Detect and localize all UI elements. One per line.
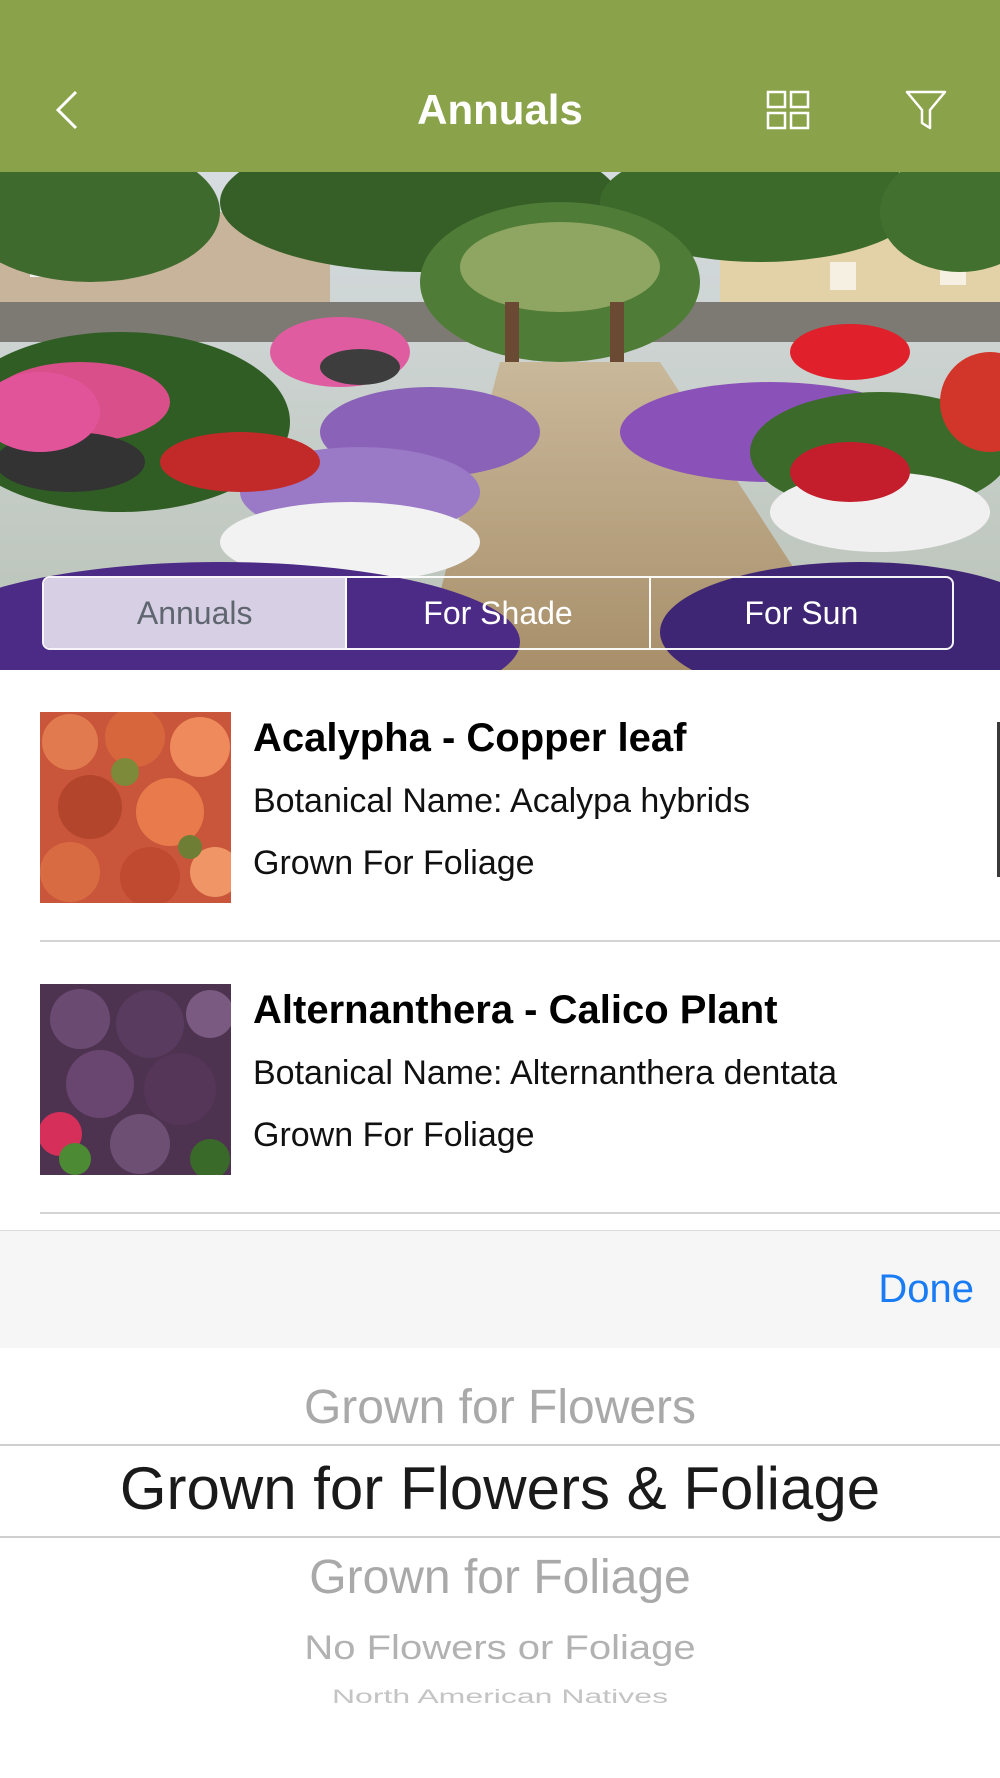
grid-view-button[interactable] — [766, 90, 810, 130]
picker-toolbar: Done — [0, 1230, 1000, 1349]
divider — [40, 1212, 1000, 1214]
grown-for: Grown For Foliage — [253, 1116, 535, 1154]
list-item[interactable]: Alternanthera - Calico Plant Botanical N… — [0, 942, 1000, 1214]
segment-annuals[interactable]: Annuals — [44, 578, 348, 648]
plant-name: Alternanthera - Calico Plant — [253, 988, 778, 1032]
filter-button[interactable] — [904, 88, 948, 132]
botanical-name: Botanical Name: Acalypa hybrids — [253, 782, 751, 820]
grid-view-icon — [766, 90, 810, 130]
segment-for-shade[interactable]: For Shade — [347, 578, 651, 648]
picker-option[interactable]: No Flowers or Foliage — [0, 1629, 1000, 1667]
botanical-name: Botanical Name: Alternanthera dentata — [253, 1054, 838, 1092]
category-segmented-control: Annuals For Shade For Sun — [42, 576, 954, 650]
plant-name: Acalypha - Copper leaf — [253, 716, 687, 760]
nav-bar: Annuals — [0, 0, 1000, 172]
plant-list: Acalypha - Copper leaf Botanical Name: A… — [0, 670, 1000, 1214]
segment-for-sun[interactable]: For Sun — [651, 578, 952, 648]
picker-option[interactable]: North American Natives — [0, 1685, 1000, 1707]
plant-thumbnail — [40, 712, 231, 903]
list-item[interactable]: Acalypha - Copper leaf Botanical Name: A… — [0, 670, 1000, 942]
picker-selection-top-line — [0, 1444, 1000, 1446]
page-title: Annuals — [417, 86, 583, 133]
filter-picker[interactable]: Grown for Flowers Grown for Flowers & Fo… — [0, 1348, 1000, 1778]
grown-for: Grown For Foliage — [253, 844, 535, 882]
picker-option-selected[interactable]: Grown for Flowers & Foliage — [0, 1454, 1000, 1523]
picker-option[interactable]: Grown for Foliage — [0, 1550, 1000, 1605]
done-button[interactable]: Done — [878, 1267, 974, 1312]
hero-garden-image: Annuals For Shade For Sun — [0, 172, 1000, 670]
plant-thumbnail — [40, 984, 231, 1175]
filter-icon — [905, 90, 947, 130]
picker-selection-bottom-line — [0, 1536, 1000, 1538]
picker-option[interactable]: Grown for Flowers — [0, 1380, 1000, 1435]
